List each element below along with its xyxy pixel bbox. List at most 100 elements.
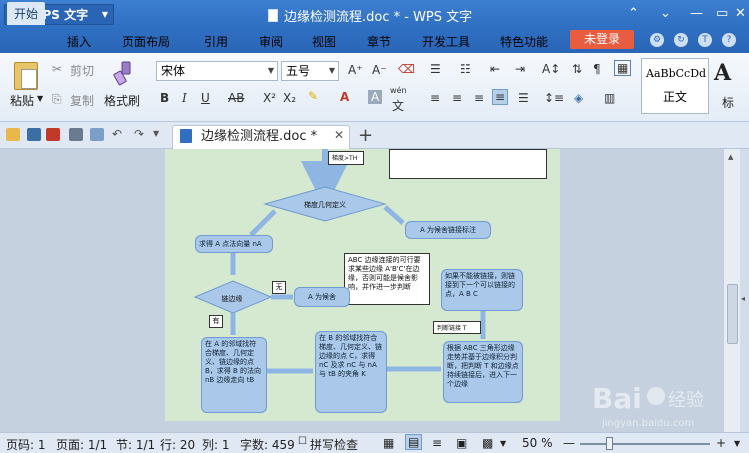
new-tab-button[interactable]: + <box>358 125 373 146</box>
close-tab-icon[interactable]: ✕ <box>334 128 344 142</box>
format-painter-button[interactable]: 格式刷 <box>104 92 140 109</box>
paste-icon[interactable] <box>14 62 38 90</box>
close-icon[interactable]: ✕ <box>735 6 746 21</box>
undo-icon[interactable]: ↶ <box>112 127 122 141</box>
bullet-list-icon[interactable]: ☰ <box>430 62 441 76</box>
help-icon[interactable]: ? <box>722 33 736 47</box>
distribute-icon[interactable]: ☰ <box>518 91 529 105</box>
window-title: 边缘检测流程.doc * - WPS 文字 <box>268 6 472 25</box>
style-gallery-heading-label[interactable]: 标 <box>722 94 734 111</box>
status-page-number[interactable]: 页码: 1 <box>6 436 46 453</box>
format-painter-icon[interactable] <box>112 60 134 86</box>
login-button[interactable]: 未登录 <box>570 30 634 49</box>
zoom-slider-thumb[interactable] <box>606 437 613 450</box>
document-tab[interactable]: 边缘检测流程.doc * <box>172 125 350 149</box>
settings-icon[interactable]: ⚙ <box>650 33 664 47</box>
redo-icon[interactable]: ↷ <box>134 127 144 141</box>
sort-icon[interactable]: ⇅ <box>572 62 582 76</box>
text-direction-icon[interactable]: A↕ <box>542 62 560 76</box>
strikethrough-button[interactable]: AB <box>228 91 244 105</box>
zoom-dropdown-icon[interactable]: ▼ <box>734 439 740 448</box>
export-pdf-icon[interactable] <box>46 128 60 141</box>
clear-format-icon[interactable]: ⌫ <box>398 62 415 76</box>
view-outline-icon[interactable]: ≡ <box>432 436 442 450</box>
line-spacing-icon[interactable]: ↕≡ <box>544 91 564 105</box>
numbered-list-icon[interactable]: ☷ <box>460 62 471 76</box>
flow-box-point-c: 在 B 的邻域找符合梯度、几何定义、链边缘的点 C，求得 nC 及求 nC 与 … <box>315 331 387 413</box>
justify-icon[interactable]: ≡ <box>492 89 509 105</box>
view-print-layout-icon[interactable]: ▤ <box>405 434 423 450</box>
print-icon[interactable] <box>69 128 83 141</box>
tab-view[interactable]: 视图 <box>312 33 336 50</box>
status-word-count[interactable]: 字数: 459 <box>240 436 295 453</box>
copy-button[interactable]: 复制 <box>70 92 94 109</box>
zoom-slider[interactable] <box>580 443 710 445</box>
tab-insert[interactable]: 插入 <box>67 33 91 50</box>
sync-icon[interactable]: ↻ <box>674 33 688 47</box>
shading-icon[interactable]: ◈ <box>574 91 583 105</box>
wps-doc-icon <box>180 129 192 143</box>
scrollbar-thumb[interactable] <box>727 284 738 344</box>
flow-arrow <box>383 205 405 225</box>
document-page[interactable]: 梯度>TH 梯度几何定义 A 为候舍链接标注 求得 A 点法向量 nA ABC … <box>165 149 560 421</box>
zoom-out-icon[interactable]: — <box>563 436 575 450</box>
underline-button[interactable]: U <box>201 91 210 105</box>
highlight-icon[interactable]: ✎ <box>308 89 318 103</box>
tab-references[interactable]: 引用 <box>204 33 228 50</box>
align-right-icon[interactable]: ≡ <box>474 91 484 105</box>
judge-label-t: 判断链接 T <box>433 321 481 334</box>
threshold-label: 梯度>TH <box>328 151 364 165</box>
align-left-icon[interactable]: ≡ <box>430 91 440 105</box>
grow-font-button[interactable]: A⁺ <box>348 63 363 77</box>
quick-access-dropdown-icon[interactable]: ▼ <box>153 129 159 138</box>
checkbox-icon[interactable]: ☐ <box>298 436 307 447</box>
style-gallery-heading-preview[interactable]: A <box>714 60 731 86</box>
spell-check-toggle[interactable]: 拼写检查 <box>310 436 358 453</box>
phonetic-guide-button[interactable]: 文 <box>392 97 404 114</box>
zoom-in-icon[interactable]: + <box>716 436 726 450</box>
scroll-up-icon[interactable]: ▲ <box>728 153 733 161</box>
zoom-level[interactable]: 50 % <box>522 436 553 450</box>
view-web-icon[interactable]: ▣ <box>456 436 467 450</box>
align-center-icon[interactable]: ≡ <box>452 91 462 105</box>
view-dropdown-icon[interactable]: ▼ <box>500 439 506 448</box>
tab-developer[interactable]: 开发工具 <box>422 33 470 50</box>
paste-button[interactable]: 粘贴 <box>10 92 34 109</box>
skin-icon[interactable]: T <box>698 33 712 47</box>
shrink-font-button[interactable]: A⁻ <box>372 63 387 77</box>
style-name: 正文 <box>662 90 687 104</box>
user-icon[interactable]: ⌃ <box>628 6 639 21</box>
tab-page-layout[interactable]: 页面布局 <box>122 33 170 50</box>
minimize-icon[interactable]: — <box>690 6 703 21</box>
border-icon[interactable]: ▦ <box>614 60 632 76</box>
italic-button[interactable]: I <box>182 91 187 105</box>
maximize-icon[interactable]: ▭ <box>716 6 728 21</box>
tab-chapter[interactable]: 章节 <box>367 33 391 50</box>
view-reading-icon[interactable]: ▩ <box>482 436 493 450</box>
open-folder-icon[interactable] <box>6 128 20 141</box>
cut-button[interactable]: 剪切 <box>70 62 94 79</box>
view-page-icon[interactable]: ▦ <box>383 436 394 450</box>
style-gallery-normal[interactable]: AaBbCcDd 正文 <box>641 58 709 114</box>
tab-start[interactable]: 开始 <box>7 2 46 25</box>
expand-panel-icon[interactable]: ◂ <box>741 294 745 303</box>
font-size-select[interactable]: 五号 ▼ <box>281 61 339 81</box>
paragraph-border-icon[interactable]: ▥ <box>604 91 615 105</box>
restore-down-icon[interactable]: ⌄ <box>660 6 671 21</box>
print-preview-icon[interactable] <box>90 128 104 141</box>
save-icon[interactable] <box>27 128 41 141</box>
paste-dropdown-icon[interactable]: ▼ <box>37 94 43 103</box>
subscript-button[interactable]: X₂ <box>283 91 296 105</box>
decrease-indent-icon[interactable]: ⇤ <box>490 62 500 76</box>
increase-indent-icon[interactable]: ⇥ <box>515 62 525 76</box>
superscript-button[interactable]: X² <box>263 91 276 105</box>
font-color-button[interactable]: A <box>340 90 349 104</box>
font-name-select[interactable]: 宋体 ▼ <box>156 61 278 81</box>
char-shading-icon[interactable]: A <box>368 90 383 104</box>
tab-review[interactable]: 审阅 <box>259 33 283 50</box>
show-marks-icon[interactable]: ¶ <box>593 62 601 76</box>
side-panel-collapsed[interactable]: ◂ <box>740 149 749 432</box>
flow-box-point-b: 在 A 的邻域找符合梯度、几何定义、链边缘的点 B，求得 B 的法向 nB 边缘… <box>201 337 267 413</box>
tab-special-features[interactable]: 特色功能 <box>500 33 548 50</box>
bold-button[interactable]: B <box>160 91 169 105</box>
